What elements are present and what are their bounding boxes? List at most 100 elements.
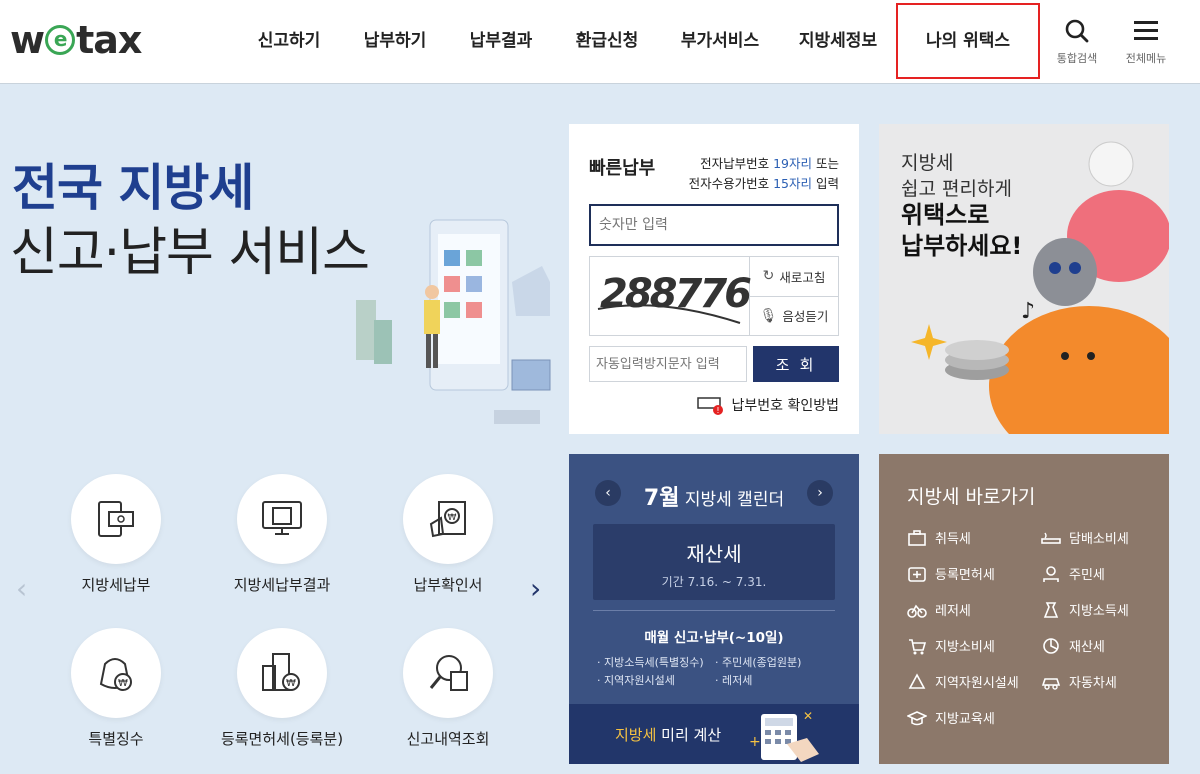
captcha-box: 288776 ↻ 새로고침 🎙 음성듣기	[589, 256, 839, 336]
recycle-icon	[908, 672, 926, 689]
payment-number-input[interactable]	[589, 204, 839, 246]
shortcut-label: 담배소비세	[1069, 532, 1129, 547]
person-icon	[1043, 565, 1059, 582]
quick-pay-title: 빠른납부	[589, 158, 656, 179]
captcha-audio-button[interactable]: 🎙 음성듣기	[750, 295, 838, 336]
shortcut-label: 지방소비세	[935, 640, 995, 655]
calendar-featured-tax[interactable]: 재산세 기간 7.16. ~ 7.31.	[593, 524, 835, 600]
shortcut-label: 재산세	[1069, 640, 1105, 655]
payment-result-icon	[262, 501, 302, 535]
shortcut-tobacco-tax[interactable]: 담배소비세	[1041, 528, 1157, 547]
tax-calculator-link[interactable]: 지방세 미리 계산 + ✕	[569, 704, 859, 764]
cart-icon	[909, 638, 927, 654]
nav-additional-services[interactable]: 부가서비스	[660, 0, 780, 84]
payment-certificate-icon: ₩	[429, 501, 466, 538]
quick-pay-info: 전자납부번호 19자리 또는 전자수용가번호 15자리 입력	[689, 154, 839, 194]
help-link-label: 납부번호 확인방법	[731, 398, 840, 414]
svg-text:₩: ₩	[118, 678, 128, 689]
nav-report[interactable]: 신고하기	[236, 0, 342, 84]
shortcut-acquisition-tax[interactable]: 취득세	[907, 528, 1041, 547]
shortcut-license-tax[interactable]: 등록면허세	[907, 564, 1041, 583]
featured-tax-period: 기간 7.16. ~ 7.31.	[661, 575, 767, 589]
shortcut-resident-tax[interactable]: 주민세	[1041, 564, 1157, 583]
graduation-cap-icon	[907, 710, 927, 725]
shortcut-label: 지역자원시설세	[935, 676, 1019, 691]
captcha-input[interactable]	[589, 346, 747, 382]
info-text: 전자납부번호	[700, 156, 774, 171]
calc-label: 미리 계산	[656, 726, 722, 744]
svg-text:!: !	[716, 406, 719, 415]
services-prev-arrow[interactable]: ‹	[16, 572, 27, 605]
info-text: 전자수용가번호	[688, 176, 774, 191]
service-label: 신고내역조회	[406, 730, 490, 748]
registration-tax-icon: ₩	[262, 653, 300, 691]
shortcut-label: 레저세	[935, 604, 971, 619]
captcha-image: 288776	[590, 257, 752, 335]
monthly-tax-list: 지방소득세(특별징수) 주민세(종업원분) 지역자원시설세 레저세	[597, 654, 837, 688]
car-icon	[1041, 677, 1061, 690]
search-label: 통합검색	[1056, 52, 1098, 65]
search-icon	[1065, 19, 1089, 43]
service-label: 특별징수	[88, 730, 144, 748]
calculator-icon: + ✕	[749, 709, 819, 762]
receipt-alert-icon: !	[696, 397, 723, 415]
nav-local-tax-info[interactable]: 지방세정보	[780, 0, 896, 84]
shortcut-regional-resource-tax[interactable]: 지역자원시설세	[907, 672, 1041, 691]
shortcut-local-consumption-tax[interactable]: 지방소비세	[907, 636, 1041, 655]
service-payment-result[interactable]: 지방세납부결과	[217, 474, 347, 595]
calc-highlight: 지방세	[615, 726, 657, 744]
mascot-illustration: ♪	[911, 141, 1169, 434]
search-button[interactable]: 통합검색	[1047, 18, 1107, 66]
tax-calendar: ‹ 7월 지방세 캘린더 › 재산세 기간 7.16. ~ 7.31. 매월 신…	[569, 454, 859, 764]
nav-my-wetax[interactable]: 나의 위택스	[896, 3, 1040, 79]
service-label: 지방세납부결과	[233, 576, 331, 594]
calendar-divider	[593, 610, 835, 611]
nav-payment-result[interactable]: 납부결과	[448, 0, 554, 84]
service-report-history[interactable]: 신고내역조회	[383, 628, 513, 749]
service-payment-certificate[interactable]: ₩ 납부확인서	[383, 474, 513, 595]
svg-text:+: +	[749, 734, 761, 750]
nav-refund[interactable]: 환급신청	[554, 0, 660, 84]
quick-pay-panel: 빠른납부 전자납부번호 19자리 또는 전자수용가번호 15자리 입력 2887…	[569, 124, 859, 434]
nav-payment[interactable]: 납부하기	[342, 0, 448, 84]
services-next-arrow[interactable]: ›	[530, 572, 541, 605]
shortcuts-title: 지방세 바로가기	[907, 486, 1036, 508]
svg-text:₩: ₩	[286, 678, 296, 689]
shortcut-education-tax[interactable]: 지방교육세	[907, 708, 1041, 727]
captcha-refresh-button[interactable]: ↻ 새로고침	[750, 257, 838, 296]
report-history-icon	[429, 655, 468, 691]
hero-title-line2: 신고·납부 서비스	[10, 223, 370, 283]
monthly-title: 매월 신고·납부(~10일)	[644, 630, 784, 646]
list-item: 주민세(종업원분)	[715, 654, 835, 670]
calendar-month: 7월	[643, 486, 680, 511]
service-label: 등록면허세(등록분)	[220, 730, 344, 748]
all-menu-button[interactable]: 전체메뉴	[1116, 18, 1176, 66]
tax-payment-icon	[98, 501, 134, 537]
query-button[interactable]: 조 회	[753, 346, 839, 382]
info-digits: 19자리	[773, 156, 813, 171]
svg-text:♪: ♪	[1021, 299, 1035, 324]
shortcut-label: 지방교육세	[935, 712, 995, 727]
shortcut-leisure-tax[interactable]: 레저세	[907, 600, 1041, 619]
service-tax-payment[interactable]: 지방세납부	[51, 474, 181, 595]
tax-shortcuts: 지방세 바로가기 취득세 담배소비세 등록면허세 주민세 레저세 지방소득세 지…	[879, 454, 1169, 764]
list-item: 지역자원시설세	[597, 672, 715, 688]
shortcut-local-income-tax[interactable]: 지방소득세	[1041, 600, 1157, 619]
shortcut-property-tax[interactable]: 재산세	[1041, 636, 1157, 655]
svg-text:₩: ₩	[448, 513, 457, 523]
promo-banner[interactable]: 지방세 쉽고 편리하게 위택스로 납부하세요! ♪	[879, 124, 1169, 434]
shortcut-label: 주민세	[1069, 568, 1105, 583]
payment-number-help-link[interactable]: ! 납부번호 확인방법	[696, 394, 840, 416]
briefcase-icon	[908, 529, 926, 546]
license-icon	[908, 566, 926, 582]
special-collection-icon: ₩	[99, 658, 132, 691]
service-label: 지방세납부	[81, 576, 151, 594]
wetax-logo[interactable]: w e tax	[10, 18, 142, 62]
audio-label: 음성듣기	[782, 309, 829, 325]
pie-chart-icon	[1043, 637, 1059, 654]
service-registration-tax[interactable]: ₩ 등록면허세(등록분)	[217, 628, 347, 749]
shortcut-vehicle-tax[interactable]: 자동차세	[1041, 672, 1157, 691]
calendar-next-button[interactable]: ›	[807, 480, 833, 506]
list-item: 레저세	[715, 672, 835, 688]
service-special-collection[interactable]: ₩ 특별징수	[51, 628, 181, 749]
